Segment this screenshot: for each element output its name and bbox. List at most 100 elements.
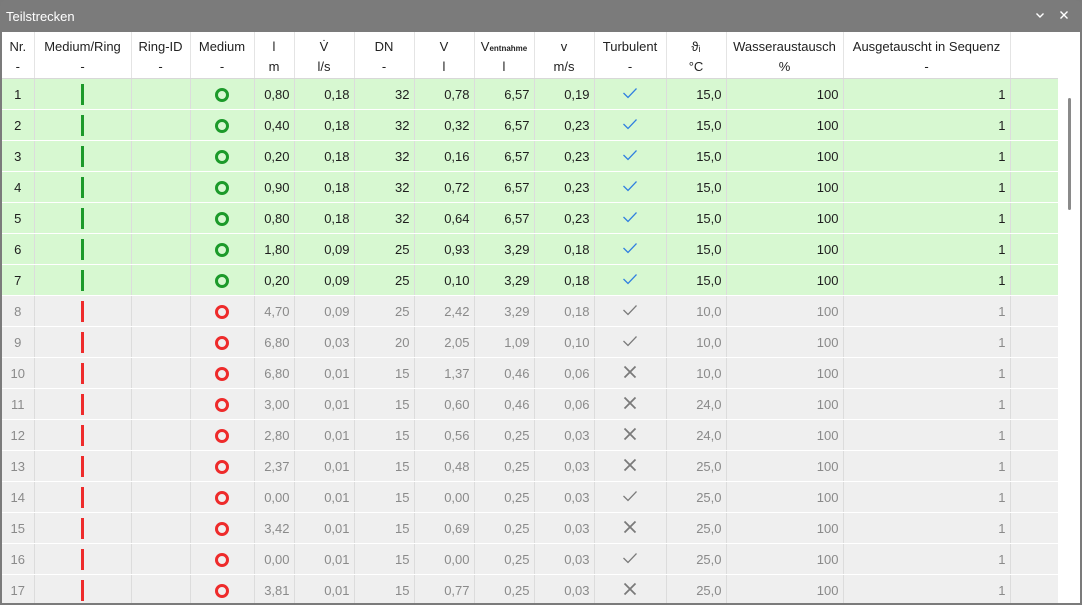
- teilstrecken-table: Nr. Medium/Ring Ring-ID Medium l V̇ DN V Ventnah…: [2, 32, 1058, 603]
- cell-dn: 15: [354, 419, 415, 451]
- cell-wasseraustausch: 100: [726, 140, 844, 172]
- table-row[interactable]: 7 0,20 0,09 25 0,10 3,29 0,18 15,0 100 1: [2, 264, 1058, 296]
- column-header-medium[interactable]: Medium: [190, 32, 255, 56]
- check-icon: [623, 87, 637, 98]
- table-panel: Nr. Medium/Ring Ring-ID Medium l V̇ DN V Ventnah…: [2, 32, 1080, 603]
- cell-v: 0,48: [414, 450, 475, 482]
- column-header-vdot[interactable]: V̇: [294, 32, 355, 56]
- cell-wasseraustausch: 100: [726, 419, 844, 451]
- cell-ring-id: [131, 171, 191, 203]
- cell-vdot: 0,18: [294, 171, 355, 203]
- cell-medium: [190, 233, 255, 265]
- close-icon[interactable]: [1054, 6, 1074, 26]
- cell-sequenz: 1: [843, 388, 1011, 420]
- cross-icon: [623, 396, 637, 409]
- medium-ring-bar-icon: [81, 455, 84, 477]
- table-row[interactable]: 3 0,20 0,18 32 0,16 6,57 0,23 15,0 100 1: [2, 140, 1058, 172]
- cell-theta: 25,0: [666, 512, 727, 544]
- column-header-l[interactable]: l: [254, 32, 295, 56]
- cell-medium: [190, 388, 255, 420]
- table-header: Nr. Medium/Ring Ring-ID Medium l V̇ DN V Ventnah…: [2, 32, 1058, 79]
- cell-velocity: 0,18: [534, 264, 595, 296]
- column-header-nr[interactable]: Nr.: [2, 32, 35, 56]
- table-row[interactable]: 4 0,90 0,18 32 0,72 6,57 0,23 15,0 100 1: [2, 171, 1058, 203]
- column-header-theta[interactable]: ϑᵢ: [666, 32, 727, 56]
- cell-ring-id: [131, 264, 191, 296]
- cell-medium: [190, 295, 255, 327]
- cell-wasseraustausch: 100: [726, 388, 844, 420]
- cell-sequenz: 1: [843, 481, 1011, 513]
- cell-velocity: 0,23: [534, 140, 595, 172]
- cell-nr: 12: [2, 419, 35, 451]
- cell-v: 0,32: [414, 109, 475, 141]
- cell-ring-id: [131, 233, 191, 265]
- column-header-sequenz[interactable]: Ausgetauscht in Sequenz: [843, 32, 1011, 56]
- table-row[interactable]: 17 3,81 0,01 15 0,77 0,25 0,03 25,0 100 1: [2, 574, 1058, 603]
- column-header-turbulent[interactable]: Turbulent: [594, 32, 667, 56]
- cell-theta: 25,0: [666, 481, 727, 513]
- cell-medium-ring: [34, 171, 132, 203]
- cell-ring-id: [131, 140, 191, 172]
- cell-medium: [190, 357, 255, 389]
- column-label: v: [560, 38, 568, 54]
- table-row[interactable]: 11 3,00 0,01 15 0,60 0,46 0,06 24,0 100 1: [2, 388, 1058, 420]
- cell-sequenz: 1: [843, 543, 1011, 575]
- medium-ring-bar-icon: [81, 83, 84, 105]
- cell-v: 1,37: [414, 357, 475, 389]
- table-row[interactable]: 16 0,00 0,01 15 0,00 0,25 0,03 25,0 100 1: [2, 543, 1058, 575]
- cell-vdot: 0,01: [294, 481, 355, 513]
- table-row[interactable]: 8 4,70 0,09 25 2,42 3,29 0,18 10,0 100 1: [2, 295, 1058, 327]
- table-row[interactable]: 12 2,80 0,01 15 0,56 0,25 0,03 24,0 100 1: [2, 419, 1058, 451]
- cell-v: 0,69: [414, 512, 475, 544]
- cell-l: 4,70: [254, 295, 295, 327]
- cell-wasseraustausch: 100: [726, 481, 844, 513]
- table-row[interactable]: 13 2,37 0,01 15 0,48 0,25 0,03 25,0 100 1: [2, 450, 1058, 482]
- column-header-wasseraustausch[interactable]: Wasseraustausch: [726, 32, 844, 56]
- cell-medium-ring: [34, 481, 132, 513]
- cell-vdot: 0,18: [294, 140, 355, 172]
- cell-vdot: 0,01: [294, 419, 355, 451]
- cell-turbulent: [594, 171, 667, 203]
- table-row[interactable]: 5 0,80 0,18 32 0,64 6,57 0,23 15,0 100 1: [2, 202, 1058, 234]
- column-header-ventnahme[interactable]: Ventnahme: [474, 32, 535, 56]
- column-header-dn[interactable]: DN: [354, 32, 415, 56]
- cell-medium: [190, 543, 255, 575]
- column-label: V̇: [319, 38, 329, 54]
- cell-turbulent: [594, 295, 667, 327]
- medium-ring-bar-icon: [81, 424, 84, 446]
- cell-vdot: 0,01: [294, 574, 355, 603]
- column-header-ring_id[interactable]: Ring-ID: [131, 32, 191, 56]
- table-row[interactable]: 14 0,00 0,01 15 0,00 0,25 0,03 25,0 100 1: [2, 481, 1058, 513]
- cross-icon: [623, 458, 637, 471]
- table-row[interactable]: 9 6,80 0,03 20 2,05 1,09 0,10 10,0 100 1: [2, 326, 1058, 358]
- medium-circle-icon: [215, 87, 229, 102]
- cell-dn: 32: [354, 78, 415, 110]
- column-unit-v: l: [414, 56, 475, 79]
- cell-velocity: 0,03: [534, 419, 595, 451]
- table-row[interactable]: 6 1,80 0,09 25 0,93 3,29 0,18 15,0 100 1: [2, 233, 1058, 265]
- cell-turbulent: [594, 450, 667, 482]
- cell-dn: 15: [354, 543, 415, 575]
- cell-theta: 15,0: [666, 140, 727, 172]
- cell-filler: [1010, 264, 1058, 296]
- cell-dn: 15: [354, 512, 415, 544]
- table-row[interactable]: 2 0,40 0,18 32 0,32 6,57 0,23 15,0 100 1: [2, 109, 1058, 141]
- cell-dn: 20: [354, 326, 415, 358]
- column-header-medium_ring[interactable]: Medium/Ring: [34, 32, 132, 56]
- column-header-v[interactable]: V: [414, 32, 475, 56]
- cell-sequenz: 1: [843, 233, 1011, 265]
- cell-ring-id: [131, 512, 191, 544]
- table-row[interactable]: 10 6,80 0,01 15 1,37 0,46 0,06 10,0 100 1: [2, 357, 1058, 389]
- vertical-scrollbar[interactable]: [1068, 98, 1071, 210]
- cell-filler: [1010, 326, 1058, 358]
- cell-theta: 15,0: [666, 171, 727, 203]
- cell-nr: 17: [2, 574, 35, 603]
- column-header-velocity[interactable]: v: [534, 32, 595, 56]
- cell-ring-id: [131, 574, 191, 603]
- table-row[interactable]: 15 3,42 0,01 15 0,69 0,25 0,03 25,0 100 1: [2, 512, 1058, 544]
- medium-circle-icon: [215, 273, 229, 288]
- table-row[interactable]: 1 0,80 0,18 32 0,78 6,57 0,19 15,0 100 1: [2, 78, 1058, 110]
- cell-ring-id: [131, 388, 191, 420]
- chevron-down-icon[interactable]: [1030, 6, 1050, 26]
- cell-ring-id: [131, 543, 191, 575]
